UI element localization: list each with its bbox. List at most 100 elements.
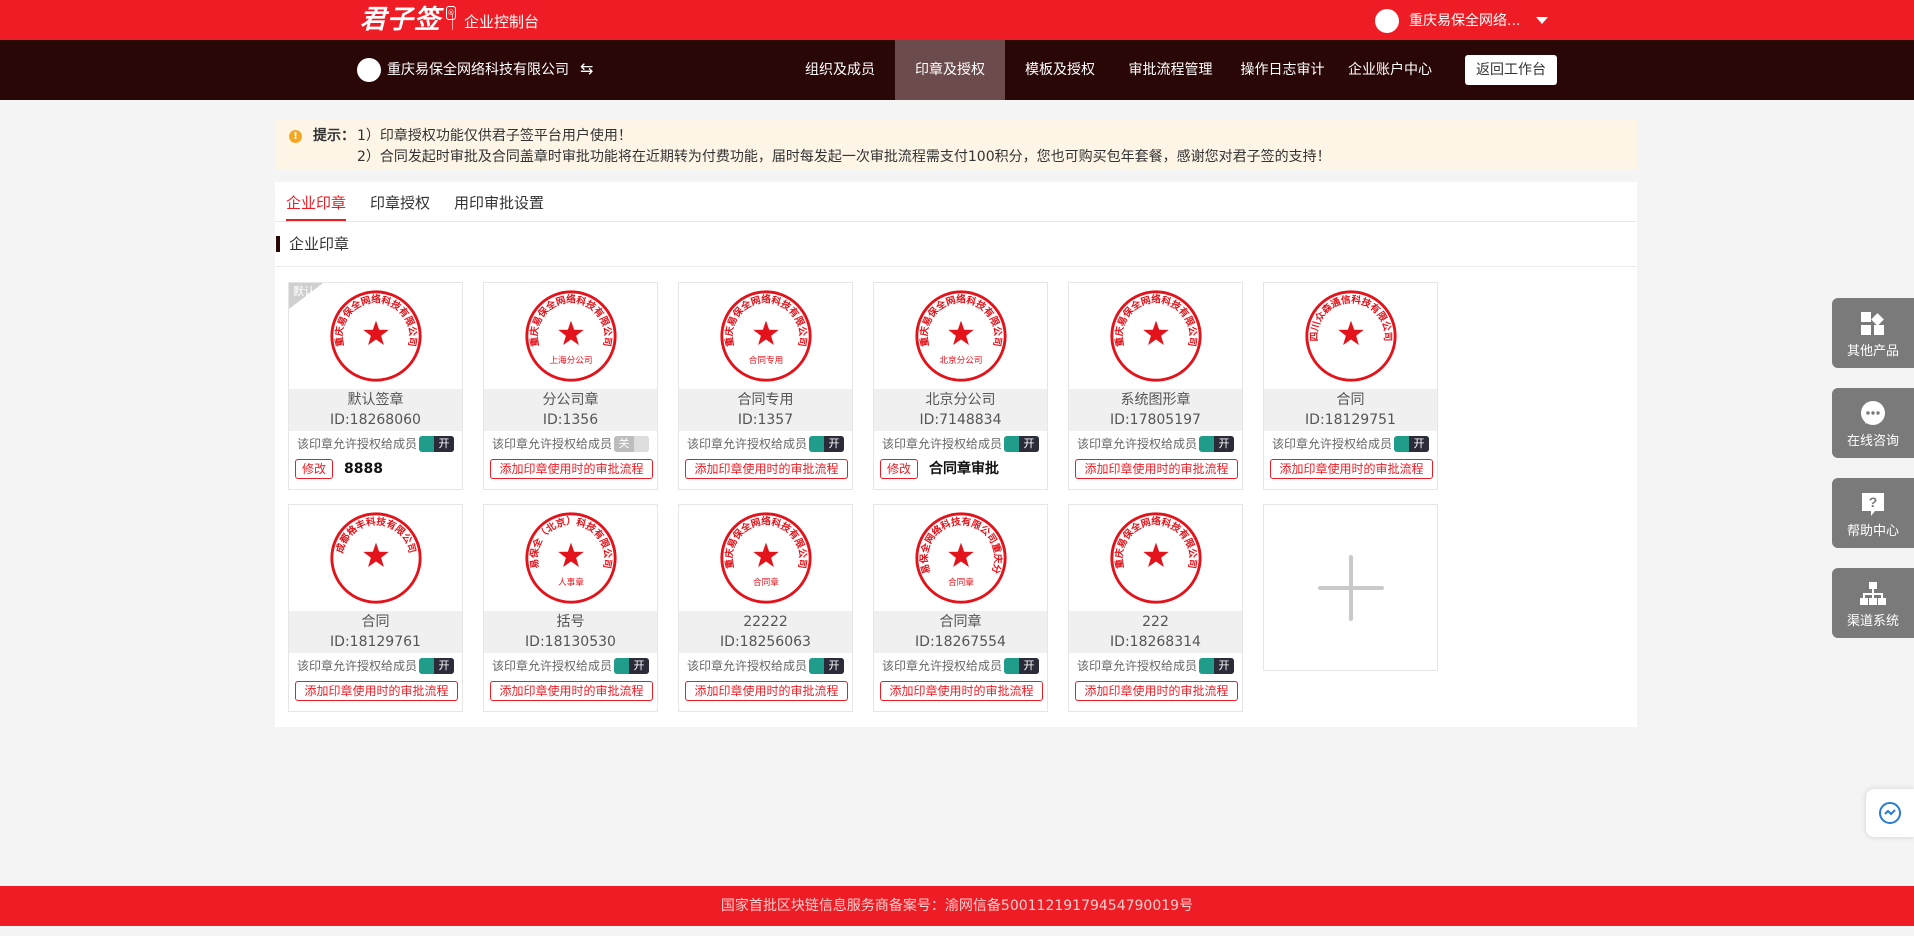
support-chat-button[interactable] <box>1866 789 1914 837</box>
other-products-button[interactable]: 其他产品 <box>1832 298 1914 368</box>
nav-item-org-members[interactable]: 组织及成员 <box>790 40 890 100</box>
permission-label: 该印章允许授权给成员 <box>882 659 1003 673</box>
add-approval-flow-button[interactable]: 添加印章使用时的审批流程 <box>1270 459 1433 479</box>
permission-toggle[interactable]: 开 <box>809 436 844 452</box>
toggle-label: 开 <box>629 658 649 674</box>
seal-info: 合同 ID:18129751 <box>1264 389 1437 431</box>
top-bar: 君子签 ® 企业控制台 重庆易保全网络... <box>0 0 1914 40</box>
toggle-label: 开 <box>1214 436 1234 452</box>
seal-card[interactable]: 重庆易保全网络科技有限公司 上海分公司 分公司章 ID:1356 该印章允许授权给成员关… <box>483 282 658 490</box>
seal-image[interactable]: 重庆易保全网络科技有限公司 上海分公司 <box>484 283 657 389</box>
nav-item-audit-log[interactable]: 操作日志审计 <box>1230 40 1335 100</box>
seal-image[interactable]: 默认 重庆易保全网络科技有限公司 <box>289 283 462 389</box>
nav-item-templates[interactable]: 模板及授权 <box>1010 40 1110 100</box>
plus-icon <box>1318 555 1384 621</box>
float-label: 其他产品 <box>1846 344 1899 359</box>
permission-toggle[interactable]: 开 <box>1394 436 1429 452</box>
seal-id: ID:18130530 <box>525 634 616 650</box>
permission-label: 该印章允许授权给成员 <box>1077 437 1198 451</box>
permission-toggle[interactable]: 开 <box>1199 436 1234 452</box>
permission-toggle[interactable]: 开 <box>809 658 844 674</box>
permission-toggle[interactable]: 开 <box>1004 436 1039 452</box>
seal-card[interactable]: 成都易保全网络科技有限公司重庆分公司合同章合同章ID:18267554该印章允许… <box>873 504 1048 712</box>
seal-image[interactable]: 重庆易保全网络科技有限公司 <box>1069 505 1242 611</box>
seal-name: 22222 <box>743 614 788 630</box>
seal-image[interactable]: 四川众森通信科技有限公司 <box>1264 283 1437 389</box>
channel-system-button[interactable]: 渠道系统 <box>1832 568 1914 638</box>
seal-info: 北京分公司 ID:7148834 <box>874 389 1047 431</box>
warning-icon: ! <box>289 130 302 143</box>
seal-image[interactable]: 重庆易保全网络科技有限公司 合同章 <box>679 505 852 611</box>
seal-name: 括号 <box>556 614 585 630</box>
tab-seal-authorization[interactable]: 印章授权 <box>370 192 430 214</box>
seal-card[interactable]: 成都格丰科技有限公司 合同 ID:18129761 该印章允许授权给成员 开添加印章使用… <box>288 504 463 712</box>
permission-toggle[interactable]: 开 <box>1004 658 1039 674</box>
permission-toggle[interactable]: 开 <box>614 658 649 674</box>
add-approval-flow-button[interactable]: 添加印章使用时的审批流程 <box>490 681 653 701</box>
chevron-down-icon[interactable] <box>1536 17 1548 24</box>
online-consult-button[interactable]: 在线咨询 <box>1832 388 1914 458</box>
seal-image[interactable]: 成都格丰科技有限公司 <box>289 505 462 611</box>
seal-image[interactable]: 易保全（北京）科技有限公司 人事章 <box>484 505 657 611</box>
logo[interactable]: 君子签 <box>360 3 441 37</box>
edit-approval-button[interactable]: 修改 <box>880 459 918 479</box>
add-approval-flow-button[interactable]: 添加印章使用时的审批流程 <box>685 459 848 479</box>
seal-stamp-icon: 重庆易保全网络科技有限公司 <box>1110 512 1202 604</box>
permission-label: 该印章允许授权给成员 <box>1077 659 1198 673</box>
permission-toggle[interactable]: 开 <box>419 658 454 674</box>
back-to-workbench-button[interactable]: 返回工作台 <box>1465 55 1557 85</box>
bottom-strip <box>0 926 1914 936</box>
add-approval-flow-button[interactable]: 添加印章使用时的审批流程 <box>295 681 458 701</box>
seal-name: 合同专用 <box>737 392 794 408</box>
company-avatar <box>357 58 381 82</box>
grid-icon <box>1861 312 1884 335</box>
seal-image[interactable]: 重庆易保全网络科技有限公司 北京分公司 <box>874 283 1047 389</box>
help-center-button[interactable]: ? 帮助中心 <box>1832 478 1914 548</box>
float-label: 在线咨询 <box>1846 434 1899 449</box>
seal-card[interactable]: 重庆易保全网络科技有限公司 北京分公司 北京分公司 ID:7148834 该印章允许授权… <box>873 282 1048 490</box>
toggle-label: 开 <box>1409 436 1429 452</box>
add-approval-flow-button[interactable]: 添加印章使用时的审批流程 <box>490 459 653 479</box>
nav-item-seals[interactable]: 印章及授权 <box>895 40 1005 100</box>
seal-info: 合同专用 ID:1357 <box>679 389 852 431</box>
toggle-label: 开 <box>1019 658 1039 674</box>
seal-card[interactable]: 重庆易保全网络科技有限公司 222 ID:18268314 该印章允许授权给成员 开添加… <box>1068 504 1243 712</box>
float-label: 帮助中心 <box>1846 524 1899 539</box>
tab-company-seals[interactable]: 企业印章 <box>286 192 346 214</box>
user-name[interactable]: 重庆易保全网络... <box>1409 11 1520 31</box>
approval-flow-name: 8888 <box>344 461 383 477</box>
permission-toggle[interactable]: 开 <box>419 436 454 452</box>
seal-image[interactable]: 成都易保全网络科技有限公司重庆分公司合同章 <box>874 505 1047 611</box>
add-approval-flow-button[interactable]: 添加印章使用时的审批流程 <box>1075 459 1238 479</box>
toggle-label: 开 <box>1214 658 1234 674</box>
seal-card[interactable]: 重庆易保全网络科技有限公司 合同章 22222 ID:18256063 该印章允许授权给… <box>678 504 853 712</box>
nav-item-approval-flow[interactable]: 审批流程管理 <box>1118 40 1223 100</box>
seal-card[interactable]: 四川众森通信科技有限公司 合同 ID:18129751 该印章允许授权给成员 开添加印章… <box>1263 282 1438 490</box>
tabs-divider <box>275 221 1637 222</box>
seal-image[interactable]: 重庆易保全网络科技有限公司 <box>1069 283 1242 389</box>
seal-bottom-text: 人事章 <box>558 576 584 588</box>
seal-card[interactable]: 重庆易保全网络科技有限公司 合同专用 合同专用 ID:1357 该印章允许授权给成员 开添… <box>678 282 853 490</box>
add-seal-card[interactable] <box>1263 504 1438 671</box>
seal-card[interactable]: 重庆易保全网络科技有限公司 系统图形章 ID:17805197 该印章允许授权给成员 开… <box>1068 282 1243 490</box>
seal-name: 北京分公司 <box>925 392 996 408</box>
edit-approval-button[interactable]: 修改 <box>295 459 333 479</box>
seal-image[interactable]: 重庆易保全网络科技有限公司 合同专用 <box>679 283 852 389</box>
seal-name: 合同 <box>1336 392 1365 408</box>
user-avatar[interactable] <box>1375 9 1399 33</box>
add-approval-flow-button[interactable]: 添加印章使用时的审批流程 <box>1075 681 1238 701</box>
add-approval-flow-button[interactable]: 添加印章使用时的审批流程 <box>685 681 848 701</box>
seal-stamp-icon: 重庆易保全网络科技有限公司 <box>330 290 422 382</box>
permission-label: 该印章允许授权给成员 <box>297 437 418 451</box>
nav-item-account-center[interactable]: 企业账户中心 <box>1340 40 1440 100</box>
seal-card[interactable]: 默认 重庆易保全网络科技有限公司 默认签章 ID:18268060 该印章允许授权给成员… <box>288 282 463 490</box>
tab-seal-approval-settings[interactable]: 用印审批设置 <box>454 192 544 214</box>
add-approval-flow-button[interactable]: 添加印章使用时的审批流程 <box>880 681 1043 701</box>
seal-bottom-text: 上海分公司 <box>549 354 592 366</box>
seal-card[interactable]: 易保全（北京）科技有限公司 人事章 括号 ID:18130530 该印章允许授权给成员 开… <box>483 504 658 712</box>
toggle-label: 开 <box>824 658 844 674</box>
seal-id: ID:18129761 <box>330 634 421 650</box>
permission-toggle[interactable]: 开 <box>1199 658 1234 674</box>
switch-company-icon[interactable]: ⇆ <box>580 58 593 80</box>
permission-toggle[interactable]: 关 <box>614 436 649 452</box>
